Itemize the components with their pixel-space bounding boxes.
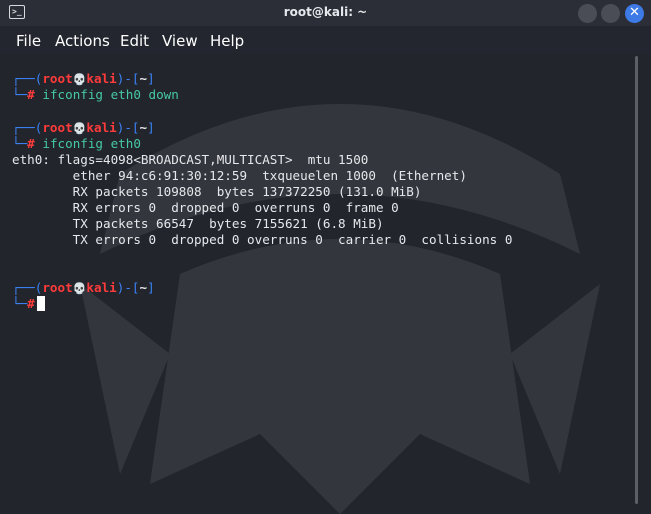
close-button[interactable]: ✕ [625,4,644,23]
command-line-2: └─# ifconfig eth0 [12,136,141,151]
command-line-3[interactable]: └─# [12,296,45,312]
vertical-scrollbar[interactable] [635,56,638,504]
output-line: ether 94:c6:91:30:12:59 txqueuelen 1000 … [12,168,467,183]
minimize-button[interactable] [578,4,597,23]
menu-file[interactable]: File [16,32,41,50]
menu-help[interactable]: Help [210,32,244,50]
output-line: TX errors 0 dropped 0 overruns 0 carrier… [12,232,513,247]
output-line: TX packets 66547 bytes 7155621 (6.8 MiB) [12,216,384,231]
menu-actions[interactable]: Actions [55,32,110,50]
command-text: ifconfig eth0 down [42,87,179,102]
maximize-button[interactable] [601,4,620,23]
prompt-line-2: ┌──(root💀kali)-[~] [12,120,155,135]
skull-icon: 💀 [72,73,87,86]
text-cursor [36,296,45,311]
prompt-line-3: ┌──(root💀kali)-[~] [12,280,155,295]
terminal-window: >_ root@kali: ~ ✕ File Actions Edit View… [0,0,651,514]
window-title: root@kali: ~ [283,5,368,19]
menu-edit[interactable]: Edit [120,32,149,50]
skull-icon: 💀 [72,122,87,135]
command-line-1: └─# ifconfig eth0 down [12,87,179,102]
skull-icon: 💀 [72,282,87,295]
output-line: RX errors 0 dropped 0 overruns 0 frame 0 [12,200,399,215]
menu-bar: File Actions Edit View Help [0,26,651,54]
prompt-line-1: ┌──(root💀kali)-[~] [12,71,155,86]
command-text: ifconfig eth0 [42,136,141,151]
terminal-output-area[interactable]: ┌──(root💀kali)-[~] └─# ifconfig eth0 dow… [0,54,651,514]
menu-view[interactable]: View [162,32,198,50]
output-line: RX packets 109808 bytes 137372250 (131.0… [12,184,422,199]
output-line: eth0: flags=4098<BROADCAST,MULTICAST> mt… [12,152,369,167]
title-bar[interactable]: >_ root@kali: ~ ✕ [0,0,651,26]
